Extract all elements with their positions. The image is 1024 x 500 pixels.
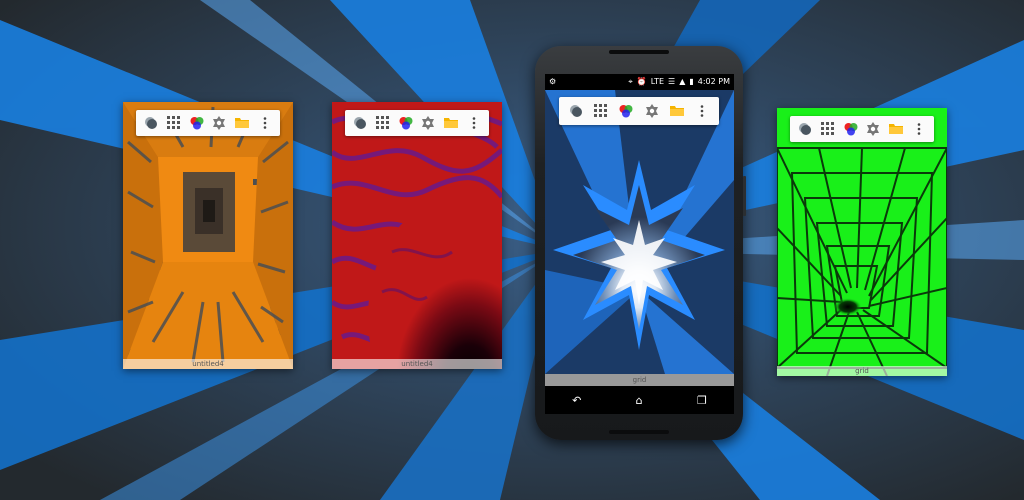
phone-speaker-bottom [609, 430, 669, 434]
fluid-tunnel-image [332, 102, 502, 369]
settings-icon[interactable] [419, 114, 437, 132]
color-circles-icon[interactable] [397, 114, 415, 132]
starburst-wallpaper-image [545, 90, 734, 374]
alarm-icon: ⏰ [636, 77, 647, 86]
location-icon: ⌖ [628, 77, 633, 86]
card-caption: untitled4 [123, 359, 293, 369]
status-bar: ⚙ ⌖ ⏰ LTE ☰ ▲ ▮ 4:02 PM [545, 74, 734, 90]
folder-icon[interactable] [668, 102, 686, 120]
card-toolbar [345, 110, 489, 136]
more-vert-icon[interactable] [910, 120, 928, 138]
card-toolbar [790, 116, 934, 142]
home-icon[interactable]: ⌂ [636, 394, 643, 407]
card-toolbar [136, 110, 280, 136]
grid-icon[interactable] [819, 120, 837, 138]
grid-icon[interactable] [592, 102, 610, 120]
grid-tunnel-image [777, 108, 947, 376]
phone-screen: ⚙ ⌖ ⏰ LTE ☰ ▲ ▮ 4:02 PM grid ↶ ⌂ ❐ [545, 74, 734, 414]
card-caption: grid [777, 366, 947, 376]
recents-icon[interactable]: ❐ [697, 394, 707, 407]
network-type: LTE [650, 77, 665, 86]
more-vert-icon[interactable] [693, 102, 711, 120]
settings-icon[interactable] [643, 102, 661, 120]
card-caption: untitled4 [332, 359, 502, 369]
wallpaper-card-fluid[interactable]: untitled4 [332, 102, 502, 369]
phone-side-button [743, 176, 746, 216]
layers-icon[interactable] [567, 102, 585, 120]
phone-mockup: ⚙ ⌖ ⏰ LTE ☰ ▲ ▮ 4:02 PM grid ↶ ⌂ ❐ [535, 46, 746, 440]
debug-icon: ⚙ [549, 77, 557, 86]
layers-icon[interactable] [796, 120, 814, 138]
grid-icon[interactable] [374, 114, 392, 132]
battery-icon: ▮ [689, 77, 694, 86]
signal-icon: ▲ [679, 77, 686, 86]
nav-bar: ↶ ⌂ ❐ [545, 386, 734, 414]
layers-icon[interactable] [142, 114, 160, 132]
color-circles-icon[interactable] [188, 114, 206, 132]
maze-tunnel-image [123, 102, 293, 369]
phone-caption: grid [545, 374, 734, 386]
back-icon[interactable]: ↶ [572, 394, 581, 407]
folder-icon[interactable] [233, 114, 251, 132]
wallpaper-card-maze[interactable]: untitled4 [123, 102, 293, 369]
settings-icon[interactable] [210, 114, 228, 132]
layers-icon[interactable] [351, 114, 369, 132]
more-vert-icon[interactable] [256, 114, 274, 132]
status-time: 4:02 PM [697, 77, 730, 86]
color-circles-icon[interactable] [842, 120, 860, 138]
wallpaper-card-grid[interactable]: grid [777, 108, 947, 376]
more-vert-icon[interactable] [465, 114, 483, 132]
color-circles-icon[interactable] [617, 102, 635, 120]
phone-toolbar [559, 97, 719, 125]
folder-icon[interactable] [442, 114, 460, 132]
grid-icon[interactable] [165, 114, 183, 132]
phone-speaker-top [609, 50, 669, 54]
folder-icon[interactable] [887, 120, 905, 138]
wifi-icon: ☰ [668, 77, 676, 86]
settings-icon[interactable] [864, 120, 882, 138]
